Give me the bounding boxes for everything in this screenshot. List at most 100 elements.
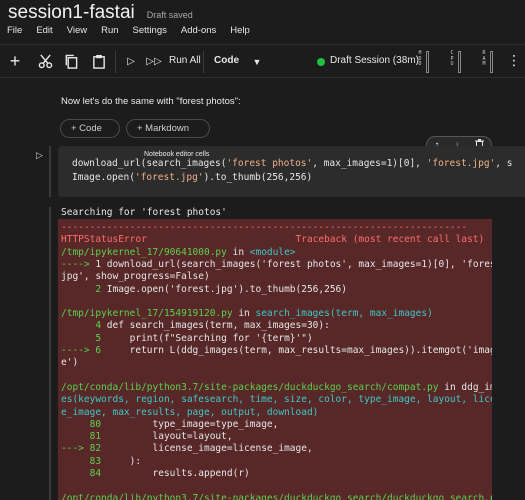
code-token: jpg', show_progress=False) [61, 271, 210, 283]
traceback-line: e_image, max_results, page, output, down… [61, 407, 318, 418]
traceback-line: ----> 1 download_url(search_images('fore… [61, 259, 492, 270]
code-token: 'forest.jpg' [426, 158, 496, 169]
code-token: 84 [61, 468, 107, 479]
menu-view[interactable]: View [67, 25, 87, 41]
code-token: Image.open( [72, 172, 135, 183]
code-token: license_image=license_image, [106, 443, 313, 455]
code-token: 81 [61, 431, 107, 443]
traceback-line: 2 Image.open('forest.jpg').to_thumb(256,… [61, 284, 347, 295]
code-token: e') [61, 357, 79, 369]
traceback-line: 4 def search_images(term, max_images=30)… [61, 320, 330, 331]
play-icon[interactable]: ▷ [123, 53, 139, 69]
code-token: ----------------------------------------… [61, 222, 468, 233]
code-token: /opt/conda/lib/python3.7/site-packages/d… [61, 492, 492, 500]
traceback-line: jpg', show_progress=False) [61, 271, 210, 282]
code-token: ----> [61, 258, 96, 270]
code-token: <module> [249, 246, 296, 258]
code-token: 4 [61, 320, 107, 332]
ram-meter-label: RAM [482, 50, 486, 67]
code-token: 5 [61, 332, 107, 344]
menu-settings[interactable]: Settings [133, 25, 167, 41]
markdown-cell-text: Now let's do the same with "forest photo… [61, 96, 241, 107]
toolbar-divider [115, 51, 116, 73]
code-token: ).to_thumb(256,256) [203, 172, 313, 183]
session-status-dot [317, 58, 325, 66]
code-line[interactable]: download_url(search_images('forest photo… [72, 158, 512, 169]
code-token: 1 download_url(search_images('forest pho… [95, 258, 492, 270]
code-token: results.append(r) [106, 468, 250, 479]
code-token: ----> 6 [61, 345, 107, 356]
traceback-line: 5 print(f"Searching for '{term}'") [61, 332, 313, 344]
menu-edit[interactable]: Edit [36, 25, 52, 41]
code-token: /tmp/ipykernel_17/154919120.py [61, 308, 233, 320]
output-scrollbar[interactable] [518, 207, 525, 500]
fast-forward-icon[interactable]: ▷▷ [146, 53, 162, 69]
paste-icon[interactable] [91, 53, 107, 69]
cpu-meter-label: CPU [450, 50, 454, 67]
session-label[interactable]: Draft Session (38m) [330, 55, 419, 66]
code-token: ---> 82 [61, 443, 107, 455]
code-token: ): [106, 455, 142, 467]
code-line[interactable]: Image.open('forest.jpg').to_thumb(256,25… [72, 172, 312, 183]
save-status: Draft saved [146, 10, 193, 20]
code-token: 2 [61, 283, 107, 295]
scissors-icon[interactable] [37, 53, 53, 69]
toolbar-divider [203, 51, 204, 73]
output-stdout: Searching for 'forest photos' [61, 207, 227, 218]
code-token: /opt/conda/lib/python3.7/site-packages/d… [61, 381, 439, 393]
code-token: in [226, 246, 250, 258]
traceback-line: 81 layout=layout, [61, 431, 233, 442]
code-token: def search_images(term, max_images=30): [106, 320, 330, 332]
editor-tooltip: Notebook editor cells [142, 151, 212, 158]
cpu-meter [458, 51, 461, 73]
code-token: HTTPStatusError Traceback (most recent c… [61, 234, 485, 246]
code-token: 'forest.jpg' [134, 172, 204, 183]
output-gutter [49, 207, 51, 500]
traceback-line: /tmp/ipykernel_17/90641000.py in <module… [61, 247, 296, 258]
plus-icon[interactable]: + [7, 51, 23, 71]
traceback-line: ---> 82 license_image=license_image, [61, 443, 313, 454]
menu-run[interactable]: Run [101, 25, 118, 41]
add-code-cell-button[interactable]: + Code [60, 119, 120, 138]
chevron-down-icon[interactable]: ▼ [249, 54, 265, 70]
hdd-meter-label: HDD [418, 50, 422, 67]
menu-file[interactable]: File [7, 25, 22, 41]
traceback-line: 84 results.append(r) [61, 468, 250, 479]
traceback-line: ----------------------------------------… [61, 222, 467, 233]
menu-help[interactable]: Help [230, 25, 250, 41]
add-markdown-cell-button[interactable]: + Markdown [126, 119, 210, 138]
code-token: 83 [61, 455, 107, 467]
toolbar: + ▷ ▷▷ Run All Code ▼ Draft Session (38m… [0, 44, 525, 78]
traceback-line: ----> 6 return L(ddg_images(term, max_re… [61, 345, 492, 356]
ram-meter [490, 51, 493, 73]
title-bar: session1-fastai Draft saved [0, 0, 525, 24]
cell-type-select[interactable]: Code [214, 55, 239, 66]
run-cell-icon[interactable]: ▷ [36, 150, 43, 161]
traceback-line: es(keywords, region, safesearch, time, s… [61, 394, 492, 405]
traceback-line: /tmp/ipykernel_17/154919120.py in search… [61, 308, 433, 319]
menu-bar: File Edit View Run Settings Add-ons Help [0, 25, 264, 41]
copy-icon[interactable] [63, 53, 79, 69]
code-token: layout=layout, [106, 431, 233, 443]
hdd-meter [426, 51, 429, 73]
run-all-button[interactable]: Run All [169, 55, 201, 66]
menu-add-ons[interactable]: Add-ons [181, 25, 216, 41]
code-token: return L(ddg_images(term, max_results=ma… [106, 345, 492, 356]
code-token: es(keywords, region, safesearch, time, s… [61, 394, 492, 406]
code-token: in [232, 308, 256, 320]
code-token: , max_images=1)[0], [312, 158, 427, 169]
code-token: e_image, max_results, page, output, down… [61, 406, 319, 418]
code-token: 'forest photos' [226, 158, 313, 169]
code-token: search_images(term, max_images) [255, 308, 433, 320]
traceback-line: /opt/conda/lib/python3.7/site-packages/d… [61, 382, 492, 393]
code-token: Image.open('forest.jpg').to_thumb(256,25… [106, 283, 347, 295]
traceback-line: /opt/conda/lib/python3.7/site-packages/d… [61, 493, 492, 500]
code-token: in ddg_imag [444, 381, 492, 393]
traceback-line: e') [61, 357, 78, 368]
code-token: type_image=type_image, [106, 418, 279, 430]
code-token: print(f"Searching for '{term}'") [106, 332, 313, 344]
notebook-title[interactable]: session1-fastai [8, 2, 135, 24]
more-options-icon[interactable]: ⋮ [506, 52, 522, 68]
code-token: download_url(search_images( [72, 158, 227, 169]
code-token: 80 [61, 418, 107, 430]
